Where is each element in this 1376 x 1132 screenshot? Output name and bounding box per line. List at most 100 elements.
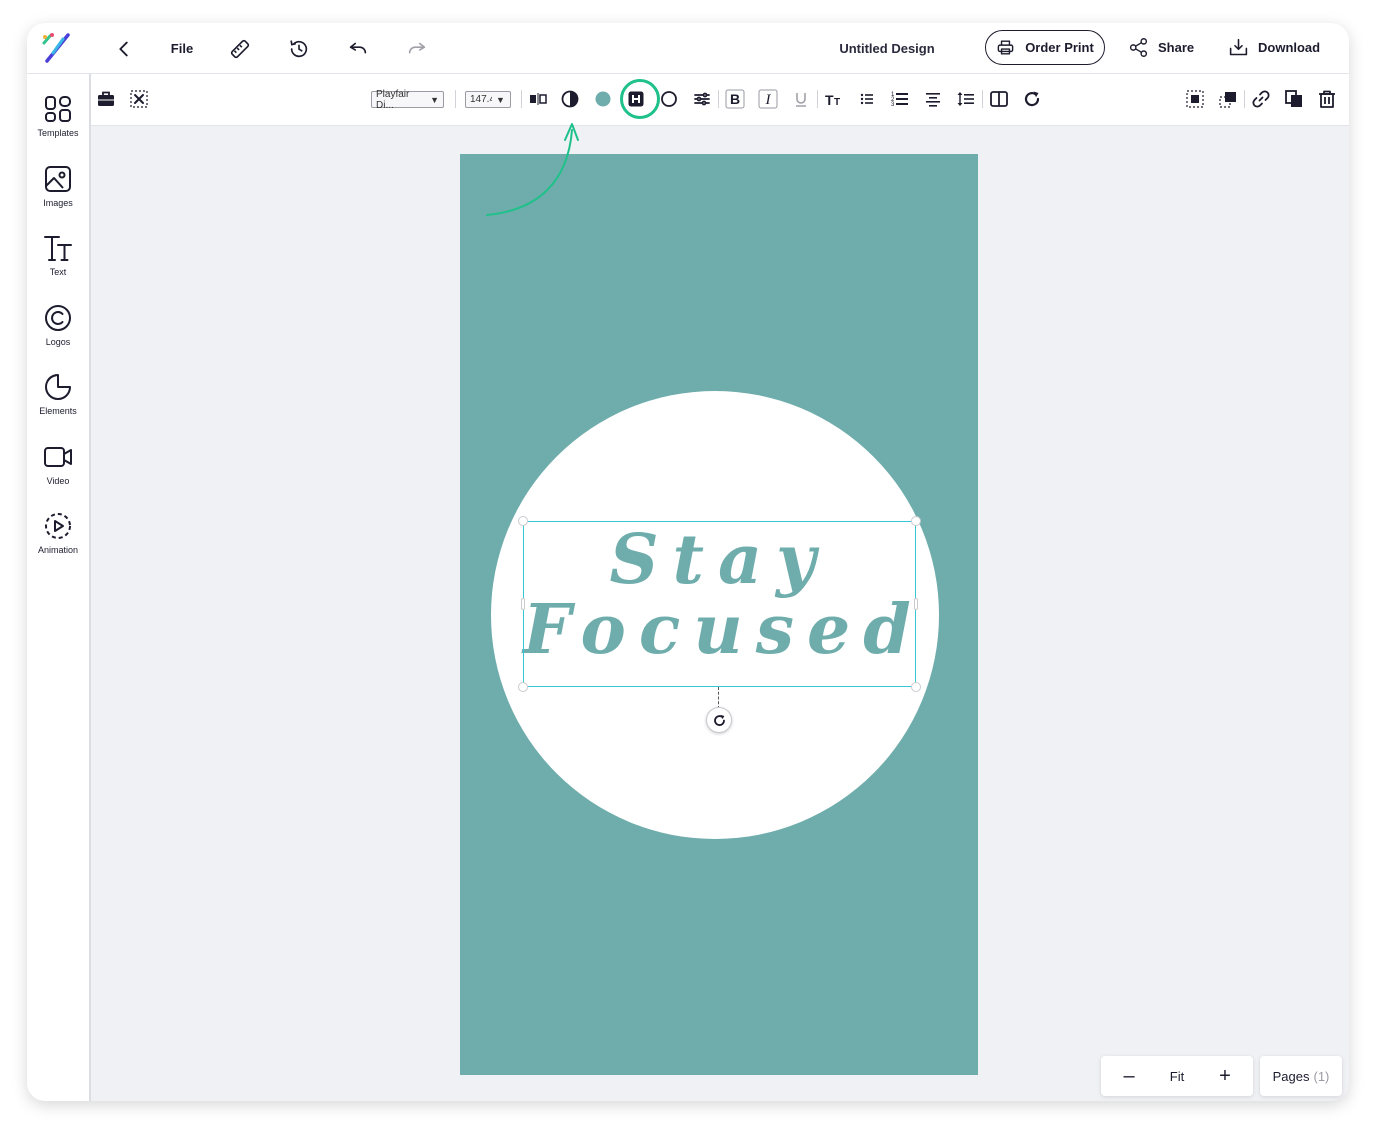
download-icon [1229, 38, 1248, 56]
sidebar-item-elements[interactable]: Elements [27, 372, 89, 432]
share-label: Share [1158, 40, 1195, 55]
circle-outline-icon [661, 91, 677, 107]
svg-text:I: I [765, 92, 772, 108]
flip-button[interactable] [527, 88, 549, 110]
sidebar-item-logos[interactable]: Logos [27, 303, 89, 363]
underline-button[interactable] [790, 88, 812, 110]
reset-button[interactable] [1021, 88, 1043, 110]
order-print-button[interactable]: Order Print [985, 30, 1105, 65]
ruler-icon [230, 39, 250, 58]
top-bar: File Untitled Design Order Print Share D… [27, 23, 1349, 74]
file-menu[interactable]: File [164, 23, 200, 74]
images-icon [45, 166, 71, 192]
redo-button[interactable] [405, 23, 429, 74]
columns-button[interactable] [988, 88, 1010, 110]
text-color-button[interactable] [592, 88, 614, 110]
sidebar-item-text[interactable]: Text [27, 233, 89, 293]
sidebar-label-images: Images [43, 198, 73, 208]
divider [718, 90, 719, 108]
download-button[interactable]: Download [1228, 30, 1320, 65]
rotate-icon [713, 714, 725, 726]
download-label: Download [1258, 40, 1321, 55]
chevron-down-icon: ▼ [496, 94, 505, 105]
pages-button[interactable]: Pages (1) [1260, 1056, 1342, 1096]
resize-handle-top-right[interactable] [911, 516, 921, 526]
resize-handle-top-left[interactable] [518, 516, 528, 526]
history-button[interactable] [287, 23, 311, 74]
canvas-area[interactable]: Stay Focused [91, 126, 1349, 1101]
sidebar-item-video[interactable]: Video [27, 442, 89, 502]
font-size-select[interactable]: 147.4 ▼ [465, 91, 511, 108]
refresh-icon [1024, 91, 1040, 107]
chevron-left-icon [119, 41, 128, 56]
resize-handle-right[interactable] [914, 598, 918, 610]
trash-icon [1319, 90, 1335, 108]
contrast-button[interactable] [559, 88, 581, 110]
bullet-list-button[interactable] [856, 88, 878, 110]
zoom-out-button[interactable]: – [1121, 1065, 1137, 1088]
bold-button[interactable]: B [724, 88, 746, 110]
ruler-button[interactable] [228, 23, 252, 74]
contrast-icon [561, 90, 579, 108]
design-title[interactable]: Untitled Design [827, 23, 947, 74]
undo-button[interactable] [346, 23, 370, 74]
pages-count: (1) [1313, 1068, 1330, 1084]
font-family-select[interactable]: Playfair Di... ▼ [371, 89, 444, 111]
order-print-label: Order Print [1025, 40, 1094, 55]
sidebar-item-animation[interactable]: Animation [27, 511, 89, 571]
line-spacing-button[interactable] [955, 88, 977, 110]
text-case-button[interactable]: TT [823, 88, 845, 110]
share-button[interactable]: Share [1128, 30, 1194, 65]
pie-shape-icon [45, 374, 71, 400]
redo-icon [408, 42, 426, 53]
selection-box [523, 521, 916, 687]
numbered-list-button[interactable]: 123 [889, 88, 911, 110]
select-frame-icon [1186, 90, 1204, 108]
pages-label: Pages [1272, 1068, 1310, 1084]
save-style-button[interactable] [625, 88, 647, 110]
printer-icon [997, 40, 1014, 55]
svg-text:B: B [730, 91, 740, 107]
flip-icon [530, 93, 547, 105]
svg-text:3: 3 [891, 102, 895, 108]
deselect-button[interactable] [128, 88, 150, 110]
sidebar-label-animation: Animation [37, 545, 79, 555]
back-button[interactable] [113, 23, 135, 74]
resize-handle-left[interactable] [521, 598, 525, 610]
svg-text:T: T [834, 97, 840, 108]
briefcase-icon [98, 91, 114, 106]
shape-outline-button[interactable] [658, 88, 680, 110]
divider [982, 90, 983, 108]
underline-icon [796, 93, 806, 107]
align-center-icon [926, 93, 940, 107]
delete-button[interactable] [1316, 88, 1338, 110]
undo-icon [349, 42, 367, 53]
zoom-controls: – Fit + [1101, 1056, 1253, 1096]
select-all-button[interactable] [1184, 88, 1206, 110]
divider [455, 90, 456, 108]
sidebar-label-logos: Logos [45, 337, 71, 347]
resize-handle-bottom-right[interactable] [911, 682, 921, 692]
sidebar-item-templates[interactable]: Templates [27, 94, 89, 154]
adjust-button[interactable] [691, 88, 713, 110]
sliders-icon [694, 92, 710, 106]
video-camera-icon [44, 447, 72, 467]
align-center-button[interactable] [922, 88, 944, 110]
text-case-icon: TT [825, 92, 840, 108]
text-icon [44, 236, 72, 261]
sidebar-item-images[interactable]: Images [27, 164, 89, 224]
sidebar-label-elements: Elements [39, 406, 77, 416]
zoom-in-button[interactable]: + [1217, 1065, 1233, 1088]
resize-handle-bottom-left[interactable] [518, 682, 528, 692]
duplicate-button[interactable] [1283, 88, 1305, 110]
format-toolbar: Playfair Di... ▼ 147.4 ▼ B [91, 74, 1349, 126]
design-page[interactable]: Stay Focused [460, 154, 978, 1075]
app-logo-icon[interactable] [41, 31, 71, 63]
italic-button[interactable]: I [757, 88, 779, 110]
link-button[interactable] [1250, 88, 1272, 110]
toolkit-button[interactable] [95, 88, 117, 110]
rotate-handle[interactable] [706, 707, 732, 733]
arrange-button[interactable] [1217, 88, 1239, 110]
zoom-fit-button[interactable]: Fit [1170, 1069, 1184, 1084]
left-sidebar: Templates Images Text Logos Elements Vid… [27, 74, 91, 1101]
